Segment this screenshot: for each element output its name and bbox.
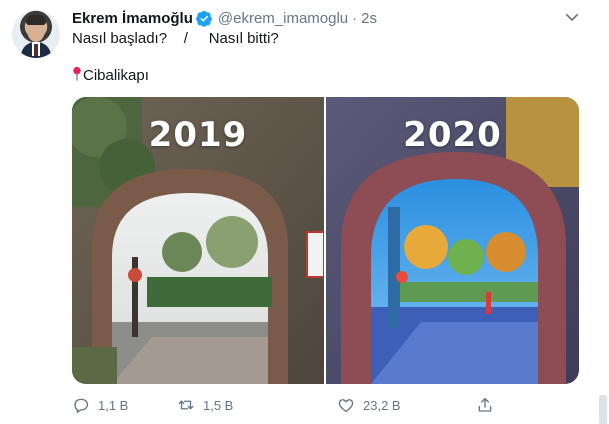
share-button[interactable] — [476, 393, 494, 417]
photo-2020[interactable]: 2020 — [326, 97, 579, 384]
year-label-right: 2020 — [403, 115, 502, 155]
like-count: 23,2 B — [363, 397, 401, 413]
user-handle[interactable]: @ekrem_imamoglu — [218, 10, 348, 27]
like-icon — [338, 399, 354, 413]
tweet-text-line: Nasıl başladı? / Nasıl bitti? — [72, 30, 279, 47]
retweet-icon — [178, 400, 194, 410]
reply-icon — [74, 398, 89, 413]
tweet-card[interactable]: Ekrem İmamoğlu @ekrem_imamoglu · 2s Nası… — [0, 0, 609, 424]
reply-count: 1,1 B — [98, 397, 129, 413]
tweet-actions: 1,1 B 1,5 B 23,2 B — [72, 393, 512, 417]
tweet-media[interactable]: 2019 2020 — [72, 97, 579, 384]
reply-button[interactable]: 1,1 B — [72, 393, 128, 417]
share-icon — [478, 397, 492, 412]
avatar[interactable] — [12, 10, 60, 58]
tweet-header: Ekrem İmamoğlu @ekrem_imamoglu · 2s — [72, 8, 377, 28]
like-button[interactable]: 23,2 B — [337, 393, 401, 417]
year-label-left: 2019 — [148, 115, 248, 155]
photo-2019[interactable]: 2019 — [72, 97, 324, 384]
retweet-count: 1,5 B — [203, 397, 234, 413]
pin-icon — [72, 66, 82, 88]
scrollbar[interactable] — [599, 395, 607, 424]
chevron-down-icon[interactable] — [563, 8, 581, 26]
display-name[interactable]: Ekrem İmamoğlu — [72, 10, 193, 27]
separator-dot: · — [352, 9, 358, 27]
location-text: Cibalikapı — [83, 67, 149, 84]
tweet-timestamp[interactable]: 2s — [361, 10, 377, 27]
verified-badge-icon — [195, 10, 213, 27]
tweet-location-line: Cibalikapı — [72, 66, 149, 88]
retweet-button[interactable]: 1,5 B — [177, 393, 233, 417]
